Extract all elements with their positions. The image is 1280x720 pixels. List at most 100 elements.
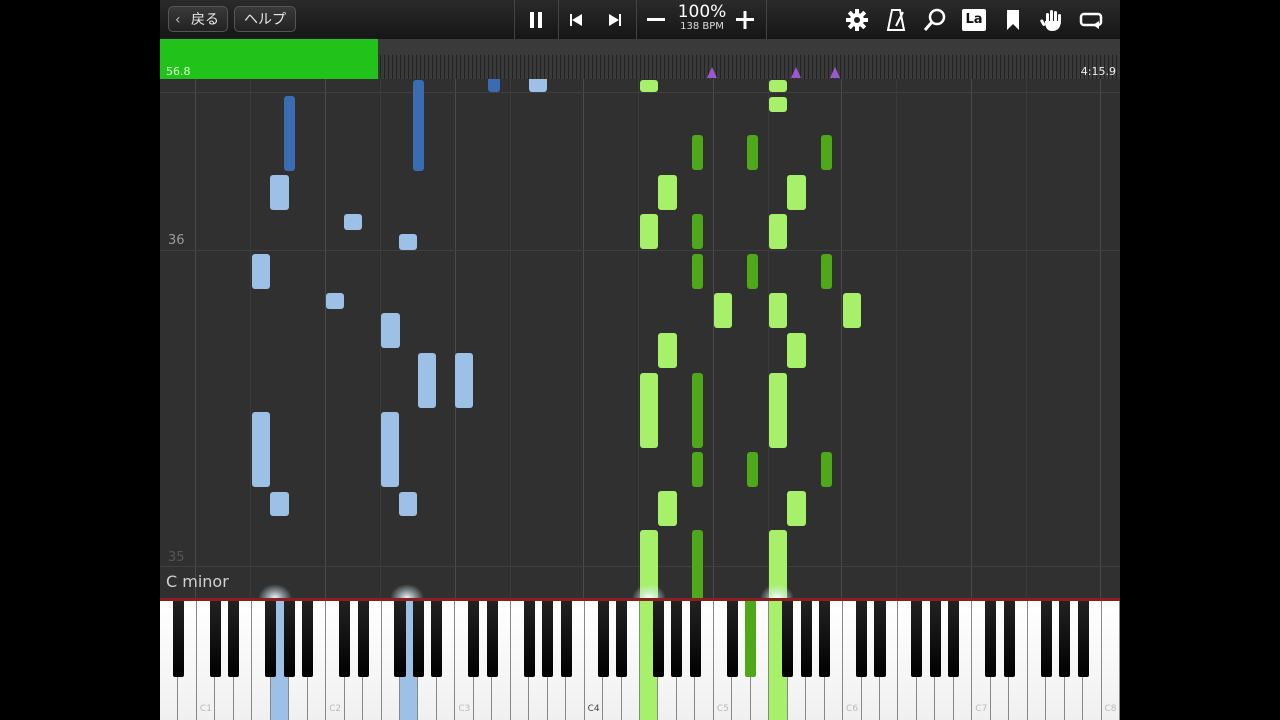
black-key[interactable]	[819, 601, 831, 677]
bookmark-icon[interactable]	[999, 6, 1027, 34]
key-signature: C minor	[166, 572, 229, 591]
measure-line	[160, 250, 1120, 251]
la-label: La	[962, 9, 986, 31]
right-hand-note	[640, 214, 658, 249]
octave-label: C7	[975, 704, 988, 714]
piano-app: ‹ 戻る ヘルプ 100% 138 BPM La 56.8 4:15.9 36 …	[160, 0, 1120, 720]
toolbar-divider	[558, 0, 559, 39]
plus-icon[interactable]	[731, 6, 759, 34]
left-hand-note	[270, 492, 289, 516]
black-key[interactable]	[782, 601, 794, 677]
right-hand-note	[692, 214, 703, 249]
current-time: 56.8	[166, 65, 191, 78]
bar-number: 35	[168, 550, 185, 565]
black-key[interactable]	[671, 601, 683, 677]
piano-keyboard[interactable]: C1 C2 C3 C4 C5 C6 C7 C8	[160, 598, 1120, 720]
loop-icon[interactable]	[1077, 6, 1105, 34]
key-hit-sparkle	[632, 584, 666, 598]
right-hand-note	[692, 373, 703, 448]
black-key[interactable]	[339, 601, 351, 677]
black-key[interactable]	[283, 601, 295, 677]
black-key[interactable]	[265, 601, 277, 677]
help-button[interactable]: ヘルプ	[234, 6, 296, 32]
black-key[interactable]	[856, 601, 868, 677]
black-key[interactable]	[652, 601, 664, 677]
left-hand-note	[418, 353, 436, 408]
black-key[interactable]	[209, 601, 221, 677]
right-hand-note	[658, 175, 677, 210]
black-key[interactable]	[689, 601, 701, 677]
back-button-label: 戻る	[191, 12, 219, 28]
black-key[interactable]	[486, 601, 498, 677]
keyboard-keys: C1 C2 C3 C4 C5 C6 C7 C8	[160, 601, 1120, 720]
octave-label: C6	[846, 704, 859, 714]
skip-back-icon[interactable]	[562, 6, 590, 34]
key-hit-sparkle	[760, 584, 794, 598]
bookmark-marker[interactable]	[707, 67, 717, 78]
left-hand-note	[529, 79, 547, 92]
chevron-left-icon: ‹	[175, 12, 181, 28]
right-hand-note	[692, 530, 703, 598]
black-key[interactable]	[228, 601, 240, 677]
black-key[interactable]	[616, 601, 628, 677]
la-note-name-icon[interactable]: La	[960, 6, 988, 34]
right-hand-note	[787, 175, 806, 210]
left-hand-note	[399, 234, 417, 250]
metronome-icon[interactable]	[882, 6, 910, 34]
back-button[interactable]: ‹ 戻る	[168, 6, 228, 32]
left-hand-note	[252, 412, 270, 487]
right-hand-note	[658, 333, 677, 368]
black-key[interactable]	[1059, 601, 1071, 677]
right-hand-note	[769, 293, 787, 328]
black-key[interactable]	[948, 601, 960, 677]
black-key[interactable]	[394, 601, 406, 677]
white-key[interactable]	[1101, 601, 1120, 720]
skip-forward-icon[interactable]	[601, 6, 629, 34]
search-icon[interactable]	[921, 6, 949, 34]
black-key[interactable]	[745, 601, 757, 677]
black-key[interactable]	[800, 601, 812, 677]
right-hand-note	[769, 214, 787, 249]
black-key[interactable]	[560, 601, 572, 677]
right-hand-note	[747, 135, 758, 170]
octave-line	[325, 79, 326, 598]
black-key[interactable]	[911, 601, 923, 677]
black-key[interactable]	[357, 601, 369, 677]
timeline-scrubber[interactable]: 56.8 4:15.9	[160, 39, 1120, 79]
minus-icon[interactable]	[642, 6, 670, 34]
black-key[interactable]	[1003, 601, 1015, 677]
black-key[interactable]	[985, 601, 997, 677]
black-key[interactable]	[542, 601, 554, 677]
right-hand-note	[714, 293, 732, 328]
black-key[interactable]	[172, 601, 184, 677]
black-key[interactable]	[431, 601, 443, 677]
black-key[interactable]	[1040, 601, 1052, 677]
gear-icon[interactable]	[843, 6, 871, 34]
black-key[interactable]	[1077, 601, 1089, 677]
octave-label: C5	[716, 704, 729, 714]
black-key[interactable]	[412, 601, 424, 677]
hand-icon[interactable]	[1038, 6, 1066, 34]
left-hand-note	[413, 96, 424, 171]
pause-icon[interactable]	[522, 6, 550, 34]
octave-label: C8	[1104, 704, 1117, 714]
black-key[interactable]	[468, 601, 480, 677]
black-key[interactable]	[523, 601, 535, 677]
tempo-percent: 100%	[677, 2, 727, 22]
right-hand-note	[821, 254, 832, 289]
octave-label: C4	[587, 704, 600, 714]
left-hand-note	[455, 353, 473, 408]
piano-roll[interactable]: 36 35 C minor	[160, 79, 1120, 598]
octave-label: C1	[199, 704, 212, 714]
bookmark-marker[interactable]	[830, 67, 840, 78]
black-key[interactable]	[874, 601, 886, 677]
right-hand-note	[769, 97, 787, 112]
right-hand-note	[821, 135, 832, 170]
bookmark-marker[interactable]	[791, 67, 801, 78]
f-line	[1026, 79, 1027, 598]
black-key[interactable]	[929, 601, 941, 677]
octave-line	[455, 79, 456, 598]
black-key[interactable]	[597, 601, 609, 677]
black-key[interactable]	[726, 601, 738, 677]
black-key[interactable]	[302, 601, 314, 677]
